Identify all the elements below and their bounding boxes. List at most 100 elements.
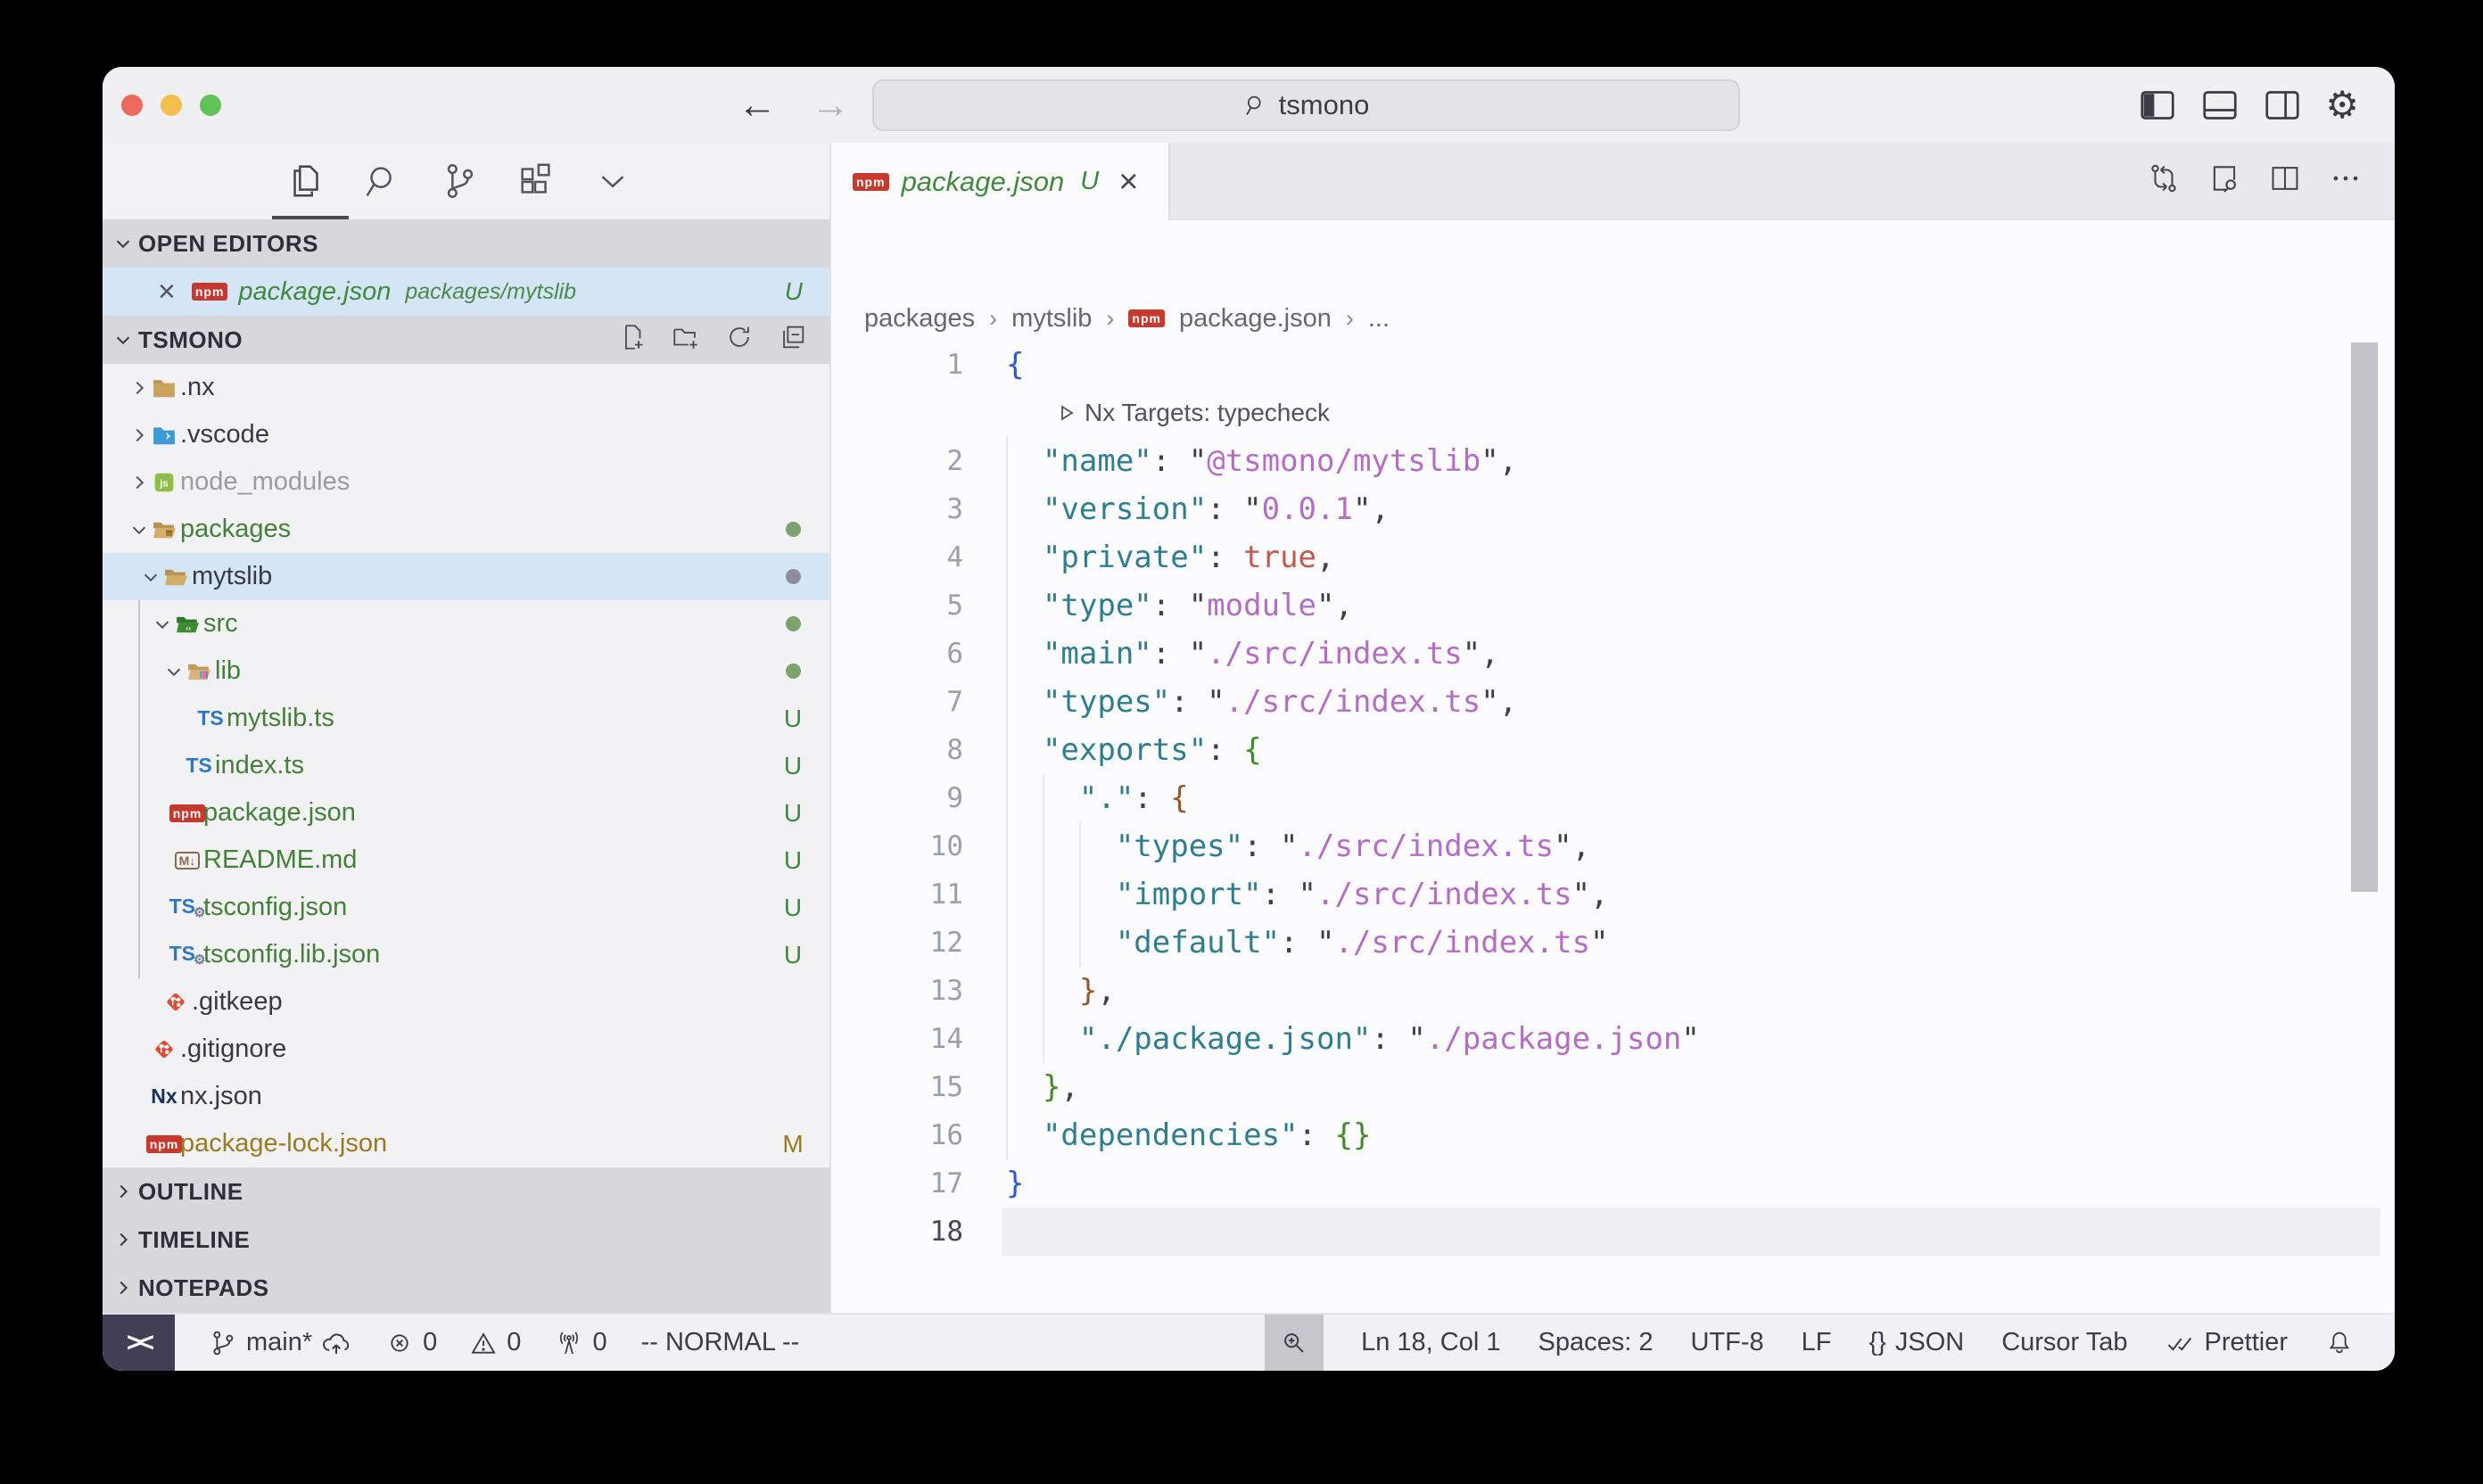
extensions-icon[interactable] [515,160,557,202]
bell-icon[interactable] [2325,1329,2354,1357]
breadcrumb-symbol[interactable]: ... [1368,304,1390,334]
ports-item[interactable]: 0 [555,1328,606,1357]
code-line[interactable]: "main": "./src/index.ts", [1006,630,1499,678]
toggle-panel-icon[interactable] [2200,87,2240,123]
code-line[interactable]: }, [1006,1063,1079,1111]
language-mode-item[interactable]: {} JSON [1868,1328,1964,1357]
tree-item--gitkeep[interactable]: .gitkeep [103,978,829,1026]
tree-item-lib[interactable]: lib [103,647,829,695]
open-changes-icon[interactable] [2147,161,2181,200]
scrollbar-thumb[interactable] [2351,342,2378,892]
zoom-indicator[interactable] [1265,1315,1324,1371]
tree-item-readme-md[interactable]: M↓README.mdU [103,837,829,884]
split-editor-icon[interactable] [2268,161,2302,200]
tree-item-mytslib[interactable]: mytslib [103,553,829,600]
command-center-search[interactable]: tsmono [872,79,1740,131]
refresh-icon[interactable] [724,322,755,359]
code-line[interactable]: "exports": { [1006,726,1262,774]
tab-package-json[interactable]: npm package.json U × [831,143,1170,220]
timeline-section-header[interactable]: TIMELINE [103,1216,829,1264]
code-line[interactable]: "types": "./src/index.ts", [1006,822,1590,870]
close-window-button[interactable] [121,95,143,116]
new-folder-icon[interactable] [671,322,701,359]
eol-item[interactable]: LF [1802,1328,1832,1357]
back-icon[interactable]: ← [738,83,777,128]
more-views-chevron-icon[interactable] [591,160,634,202]
code-line[interactable]: }, [1006,967,1116,1015]
breadcrumb-mytslib[interactable]: mytslib [1011,304,1092,334]
breadcrumb-file[interactable]: package.json [1179,304,1332,334]
code-line[interactable]: "dependencies": {} [1006,1111,1371,1159]
open-editors-header[interactable]: OPEN EDITORS [103,219,829,268]
code-line[interactable]: "./package.json": "./package.json" [1006,1015,1700,1063]
indentation-item[interactable]: Spaces: 2 [1538,1328,1653,1357]
tree-item-index-ts[interactable]: TSindex.tsU [103,742,829,789]
git-branch-item[interactable]: main* [209,1328,351,1358]
code-line[interactable]: "type": "module", [1006,581,1353,630]
code-line[interactable]: { [1006,341,1024,389]
more-actions-icon[interactable] [2329,161,2363,200]
formatter-item[interactable]: Prettier [2165,1328,2288,1358]
chevron-down-icon[interactable] [141,567,161,587]
tree-item-tsconfig-json[interactable]: TS⚙tsconfig.jsonU [103,884,829,931]
tree-item-src[interactable]: ‹›src [103,600,829,647]
remote-indicator[interactable]: >< [103,1315,175,1371]
outline-section-header[interactable]: OUTLINE [103,1167,829,1216]
code-line[interactable]: ".": { [1006,774,1189,822]
notepads-section-header[interactable]: NOTEPADS [103,1264,829,1312]
codelens-nx-targets[interactable]: Nx Targets: typecheck [1058,389,1330,437]
tree-item-node-modules[interactable]: jsnode_modules [103,458,829,506]
explorer-icon[interactable] [285,160,327,202]
tree-item-package-json[interactable]: npmpackage.jsonU [103,789,829,837]
code-line[interactable]: "import": "./src/index.ts", [1006,870,1609,919]
tab-close-icon[interactable]: × [1118,165,1138,199]
open-preview-icon[interactable] [2207,161,2241,200]
cursor-tab-item[interactable]: Cursor Tab [2001,1328,2127,1357]
chevron-down-icon[interactable] [164,662,184,681]
tree-item-mytslib-ts[interactable]: TSmytslib.tsU [103,695,829,742]
tree-item-label: .vscode [180,420,269,449]
new-file-icon[interactable] [617,322,648,359]
code-line[interactable]: "types": "./src/index.ts", [1006,678,1517,726]
tree-item-packages[interactable]: packages [103,506,829,553]
cursor-position-item[interactable]: Ln 18, Col 1 [1361,1328,1500,1357]
maximize-window-button[interactable] [200,95,221,116]
chevron-down-icon[interactable] [129,520,149,540]
npm-icon: npm [176,802,199,825]
code-line[interactable]: } [1006,1159,1024,1208]
line-number: 13 [831,967,963,1015]
tree-item-tsconfig-lib-json[interactable]: TS⚙tsconfig.lib.jsonU [103,931,829,978]
tree-item--vscode[interactable]: .vscode [103,411,829,458]
open-editor-item-package-json[interactable]: × npm package.json packages/mytslib U [103,268,829,316]
code-editor[interactable]: 1{Nx Targets: typecheck2 "name": "@tsmon… [831,341,2395,1371]
code-line[interactable]: "private": true, [1006,533,1335,581]
chevron-right-icon[interactable] [129,473,149,492]
title-bar: ← → tsmono ⚙ [103,67,2395,143]
traffic-lights [121,67,221,143]
project-section-header[interactable]: TSMONO [103,316,829,364]
problems-item[interactable]: 0 0 [385,1328,521,1357]
vim-mode-item[interactable]: -- NORMAL -- [641,1328,800,1357]
collapse-all-icon[interactable] [778,322,808,359]
tree-item-package-lock-json[interactable]: npmpackage-lock.jsonM [103,1120,829,1167]
chevron-down-icon[interactable] [153,614,172,634]
toggle-sidebar-icon[interactable] [2138,87,2177,123]
minimize-window-button[interactable] [161,95,182,116]
breadcrumb-packages[interactable]: packages [864,304,975,334]
code-line[interactable]: "default": "./src/index.ts" [1006,919,1609,967]
tree-item--nx[interactable]: .nx [103,364,829,411]
line-number: 18 [831,1208,963,1256]
source-control-icon[interactable] [438,160,481,202]
close-editor-icon[interactable]: × [158,275,176,309]
code-line[interactable]: "name": "@tsmono/mytslib", [1006,437,1517,485]
forward-icon[interactable]: → [811,83,850,128]
tree-item-nx-json[interactable]: Nxnx.json [103,1073,829,1120]
tree-item--gitignore[interactable]: .gitignore [103,1026,829,1073]
search-view-icon[interactable] [361,160,404,202]
settings-gear-icon[interactable]: ⚙ [2325,87,2359,124]
code-line[interactable]: "version": "0.0.1", [1006,485,1390,533]
chevron-right-icon[interactable] [129,378,149,398]
chevron-right-icon[interactable] [129,425,149,445]
encoding-item[interactable]: UTF-8 [1690,1328,1763,1357]
toggle-secondary-sidebar-icon[interactable] [2263,87,2302,123]
